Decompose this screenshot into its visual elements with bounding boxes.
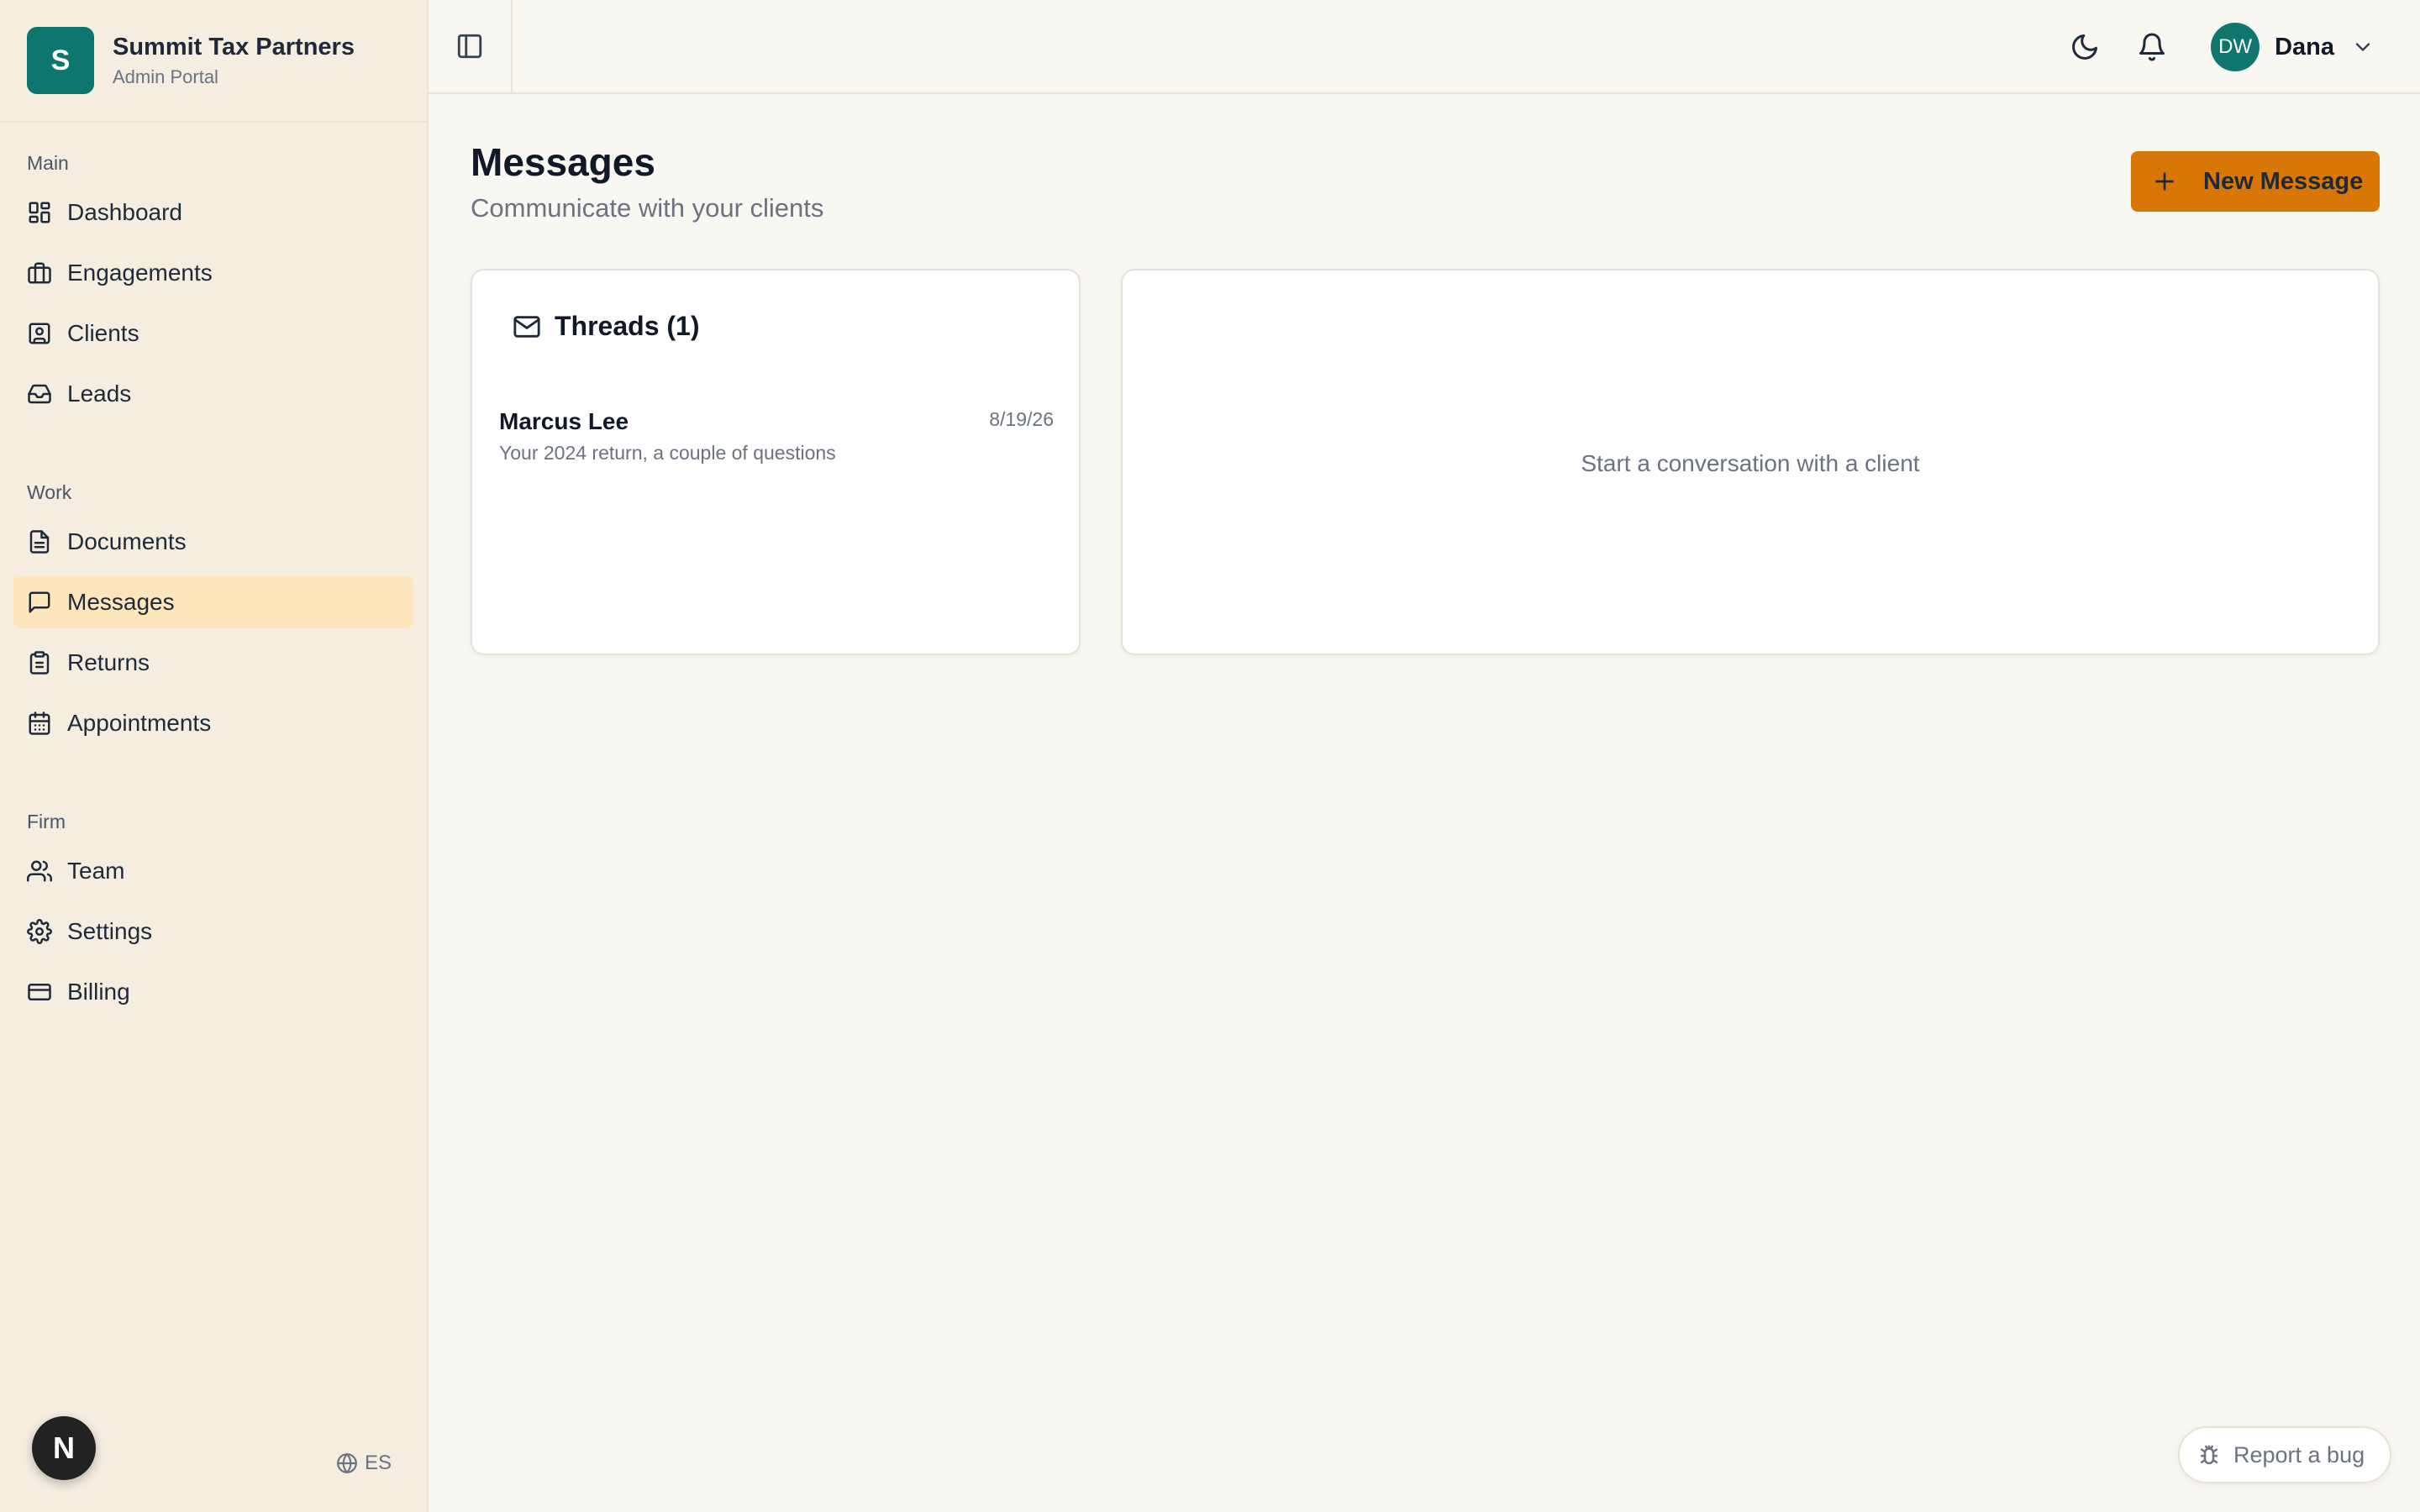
clipboard-icon (27, 650, 52, 675)
report-bug-button[interactable]: Report a bug (2178, 1426, 2391, 1483)
bug-icon (2196, 1442, 2222, 1467)
sidebar-item-label: Documents (67, 528, 187, 554)
topbar: DW Dana (429, 0, 2420, 94)
user-name: Dana (2275, 33, 2334, 60)
brand-logo: S (27, 27, 94, 94)
new-message-label: New Message (2203, 167, 2364, 195)
sidebar-item-engagements[interactable]: Engagements (13, 247, 413, 299)
globe-icon (336, 1452, 358, 1474)
dashboard-icon (27, 200, 52, 225)
sidebar-nav: Main Dashboard Engagements Clients Leads (0, 123, 427, 1018)
briefcase-icon (27, 260, 52, 286)
list-item[interactable]: Marcus Lee 8/19/26 Your 2024 return, a c… (499, 408, 1054, 484)
conversation-panel: Start a conversation with a client (1121, 269, 2380, 655)
brand-header[interactable]: S Summit Tax Partners Admin Portal (0, 0, 427, 123)
page-subtitle: Communicate with your clients (471, 193, 824, 223)
sidebar: S Summit Tax Partners Admin Portal Main … (0, 0, 429, 1512)
bell-icon (2137, 32, 2167, 62)
calendar-icon (27, 711, 52, 736)
sidebar-item-label: Returns (67, 649, 150, 675)
avatar: DW (2211, 23, 2260, 71)
language-label: ES (365, 1452, 392, 1474)
sidebar-item-dashboard[interactable]: Dashboard (13, 186, 413, 239)
sidebar-item-leads[interactable]: Leads (13, 368, 413, 420)
nav-section-main: Main (27, 151, 69, 174)
brand-subtitle: Admin Portal (113, 66, 218, 88)
sidebar-item-team[interactable]: Team (13, 845, 413, 897)
sidebar-item-label: Appointments (67, 710, 212, 736)
report-bug-label: Report a bug (2233, 1441, 2365, 1467)
sidebar-item-label: Leads (67, 381, 132, 407)
sidebar-item-label: Settings (67, 918, 153, 944)
sidebar-item-label: Engagements (67, 260, 213, 286)
brand-text: Summit Tax Partners Admin Portal (113, 33, 355, 89)
user-menu[interactable]: DW Dana (2211, 23, 2375, 71)
thread-client-name: Marcus Lee (499, 408, 629, 434)
dev-tools-badge[interactable]: N (32, 1416, 96, 1480)
panel-left-icon (455, 32, 484, 60)
thread-preview: Your 2024 return, a couple of questions (499, 442, 836, 464)
sidebar-item-clients[interactable]: Clients (13, 307, 413, 360)
users-icon (27, 858, 52, 884)
sidebar-toggle-button[interactable] (429, 0, 513, 92)
moon-icon (2070, 32, 2100, 62)
sidebar-item-documents[interactable]: Documents (13, 516, 413, 568)
sidebar-item-label: Team (67, 858, 125, 884)
theme-toggle-button[interactable] (2060, 22, 2110, 72)
credit-card-icon (27, 979, 52, 1005)
sidebar-item-appointments[interactable]: Appointments (13, 697, 413, 749)
language-switcher[interactable]: ES (336, 1452, 392, 1475)
empty-state-text: Start a conversation with a client (1581, 450, 1920, 476)
sidebar-item-label: Dashboard (67, 199, 182, 225)
document-icon (27, 529, 52, 554)
new-message-button[interactable]: New Message (2131, 151, 2380, 212)
sidebar-item-label: Messages (67, 589, 175, 615)
threads-card: Threads (1) Marcus Lee 8/19/26 Your 2024… (471, 269, 1081, 655)
sidebar-item-billing[interactable]: Billing (13, 966, 413, 1018)
inbox-icon (27, 381, 52, 407)
sidebar-item-label: Clients (67, 320, 139, 346)
message-icon (27, 590, 52, 615)
gear-icon (27, 919, 52, 944)
contact-icon (27, 321, 52, 346)
nav-section-work: Work (27, 480, 72, 503)
topbar-actions: DW Dana (2060, 22, 2375, 72)
mail-icon (513, 312, 541, 341)
sidebar-item-settings[interactable]: Settings (13, 906, 413, 958)
threads-title: Threads (1) (555, 311, 700, 341)
sidebar-item-returns[interactable]: Returns (13, 637, 413, 689)
notifications-button[interactable] (2127, 22, 2177, 72)
chevron-down-icon (2351, 35, 2375, 59)
brand-name: Summit Tax Partners (113, 33, 355, 60)
nav-section-firm: Firm (27, 810, 66, 832)
page-title: Messages (471, 140, 655, 184)
plus-icon (2151, 168, 2178, 195)
thread-date: 8/19/26 (989, 408, 1054, 430)
sidebar-item-messages[interactable]: Messages (13, 576, 413, 628)
threads-header: Threads (1) (513, 311, 699, 342)
sidebar-item-label: Billing (67, 979, 130, 1005)
